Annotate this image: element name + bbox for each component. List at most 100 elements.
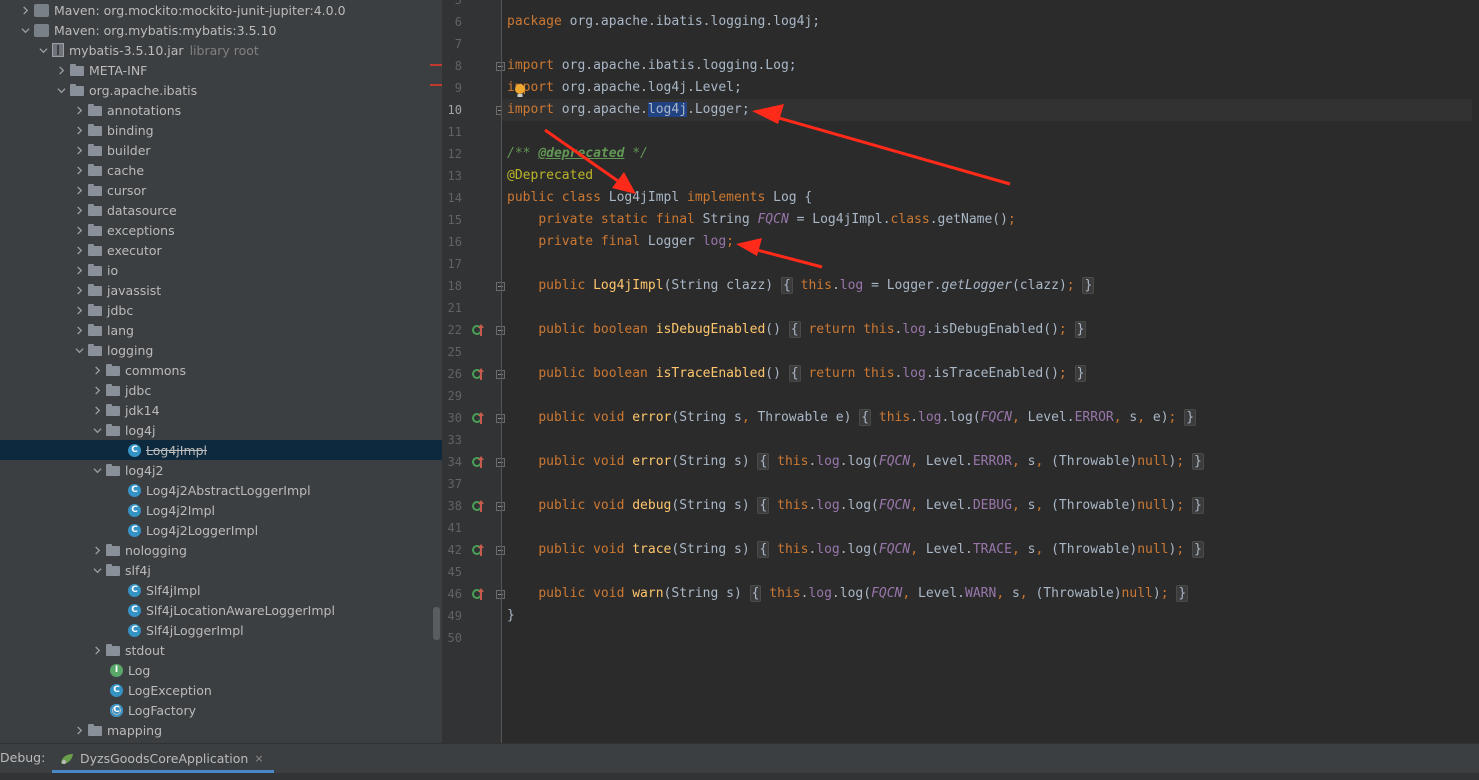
tree-item[interactable]: Maven: org.mybatis:mybatis:3.5.10 (0, 20, 442, 40)
editor-gutter[interactable]: 5 6 7 8 9 10 11 12 13 14 15 16 17 18 21 22 25 26 29 30 33 34 3… (442, 0, 505, 743)
chevron-right-icon[interactable] (72, 323, 86, 337)
code-line[interactable]: public void error(String s) { this.log.l… (507, 451, 1204, 473)
tree-item[interactable]: cache (0, 160, 442, 180)
code-line[interactable]: public void error(String s, Throwable e)… (507, 407, 1197, 429)
chevron-right-icon[interactable] (54, 63, 68, 77)
chevron-right-icon[interactable] (72, 103, 86, 117)
chevron-down-icon[interactable] (72, 343, 86, 357)
chevron-down-icon[interactable] (54, 83, 68, 97)
tree-item[interactable]: slf4j (0, 560, 442, 580)
tree-item-label: Maven: org.mockito:mockito-junit-jupiter… (54, 2, 346, 18)
tree-item[interactable]: I Log (0, 660, 442, 680)
chevron-right-icon[interactable] (72, 123, 86, 137)
code-line[interactable]: public boolean isDebugEnabled() { return… (507, 319, 1087, 341)
tree-item[interactable]: javassist (0, 280, 442, 300)
tree-item[interactable]: C Slf4jLoggerImpl (0, 620, 442, 640)
tree-item[interactable]: binding (0, 120, 442, 140)
tree-item[interactable]: nologging (0, 540, 442, 560)
tree-item[interactable]: datasource (0, 200, 442, 220)
chevron-right-icon[interactable] (90, 643, 104, 657)
code-editor[interactable]: 5 6 7 8 9 10 11 12 13 14 15 16 17 18 21 22 25 26 29 30 33 34 3… (442, 0, 1479, 743)
code-line[interactable]: import org.apache.ibatis.logging.Log; (507, 55, 797, 77)
tree-item[interactable]: jdbc (0, 300, 442, 320)
tree-item[interactable]: C Slf4jLocationAwareLoggerImpl (0, 600, 442, 620)
code-line[interactable]: public void debug(String s) { this.log.l… (507, 495, 1204, 517)
tree-item[interactable]: jdbc (0, 380, 442, 400)
chevron-down-icon[interactable] (90, 423, 104, 437)
tree-item[interactable]: lang (0, 320, 442, 340)
tree-item[interactable]: org.apache.ibatis (0, 80, 442, 100)
chevron-down-icon[interactable] (18, 23, 32, 37)
tree-item[interactable]: C LogFactory (0, 700, 442, 720)
tree-item[interactable]: cursor (0, 180, 442, 200)
chevron-right-icon[interactable] (72, 283, 86, 297)
tree-item[interactable]: Maven: org.mockito:mockito-junit-jupiter… (0, 0, 442, 20)
tree-item[interactable]: stdout (0, 640, 442, 660)
tree-item[interactable]: C LogException (0, 680, 442, 700)
tree-item[interactable]: C Slf4jImpl (0, 580, 442, 600)
chevron-down-icon[interactable] (36, 43, 50, 57)
code-line[interactable]: /** @deprecated */ (507, 143, 648, 165)
go-to-interface-icon[interactable] (478, 368, 484, 380)
chevron-right-icon[interactable] (72, 203, 86, 217)
code-line[interactable]: public void warn(String s) { this.log.lo… (507, 583, 1189, 605)
code-line[interactable]: import org.apache.log4j.Level; (507, 77, 742, 99)
tree-item[interactable]: log4j2 (0, 460, 442, 480)
tree-scrollbar-thumb[interactable] (433, 607, 440, 640)
go-to-interface-icon[interactable] (478, 544, 484, 556)
chevron-right-icon[interactable] (90, 543, 104, 557)
code-line[interactable]: private final Logger log; (507, 231, 734, 253)
tree-item[interactable]: logging (0, 340, 442, 360)
tree-item[interactable]: C Log4jImpl (0, 440, 442, 460)
go-to-interface-icon[interactable] (478, 456, 484, 468)
lightbulb-icon[interactable] (513, 83, 527, 99)
code-line[interactable]: @Deprecated (507, 165, 593, 187)
tree-item[interactable]: META-INF (0, 60, 442, 80)
project-tree[interactable]: Maven: org.mockito:mockito-junit-jupiter… (0, 0, 442, 743)
chevron-down-icon[interactable] (90, 563, 104, 577)
tree-item[interactable]: mapping (0, 720, 442, 740)
chevron-right-icon[interactable] (90, 363, 104, 377)
code-line[interactable]: private static final String FQCN = Log4j… (507, 209, 1015, 231)
go-to-interface-icon[interactable] (478, 412, 484, 424)
code-line[interactable]: public void trace(String s) { this.log.l… (507, 539, 1204, 561)
chevron-right-icon[interactable] (72, 183, 86, 197)
chevron-right-icon[interactable] (72, 223, 86, 237)
code-line[interactable]: public class Log4jImpl implements Log { (507, 187, 812, 209)
code-line[interactable]: public boolean isTraceEnabled() { return… (507, 363, 1087, 385)
editor-scrollbar[interactable] (1472, 0, 1479, 743)
chevron-right-icon[interactable] (72, 243, 86, 257)
chevron-right-icon[interactable] (72, 143, 86, 157)
code-line[interactable]: import org.apache.log4j.Logger; (507, 99, 750, 121)
go-to-interface-icon[interactable] (478, 324, 484, 336)
code-line[interactable]: } (507, 605, 515, 627)
chevron-right-icon[interactable] (90, 383, 104, 397)
tree-item[interactable]: commons (0, 360, 442, 380)
chevron-down-icon[interactable] (90, 463, 104, 477)
go-to-interface-icon[interactable] (478, 588, 484, 600)
chevron-right-icon[interactable] (18, 3, 32, 17)
tree-item[interactable]: C Log4j2AbstractLoggerImpl (0, 480, 442, 500)
chevron-right-icon[interactable] (72, 263, 86, 277)
tree-item[interactable]: annotations (0, 100, 442, 120)
chevron-right-icon[interactable] (72, 163, 86, 177)
chevron-right-icon[interactable] (72, 303, 86, 317)
tree-item[interactable]: C Log4j2Impl (0, 500, 442, 520)
tree-item[interactable]: builder (0, 140, 442, 160)
tree-item[interactable]: io (0, 260, 442, 280)
tree-item[interactable]: mybatis-3.5.10.jar library root (0, 40, 442, 60)
tree-item[interactable]: C Log4j2LoggerImpl (0, 520, 442, 540)
chevron-right-icon[interactable] (72, 723, 86, 737)
chevron-right-icon[interactable] (90, 403, 104, 417)
debug-tab[interactable]: DyzsGoodsCoreApplication × (52, 744, 274, 773)
go-to-interface-icon[interactable] (478, 500, 484, 512)
tree-item[interactable]: exceptions (0, 220, 442, 240)
code-line[interactable]: public Log4jImpl(String clazz) { this.lo… (507, 275, 1095, 297)
close-icon[interactable]: × (254, 752, 263, 765)
tree-item[interactable]: jdk14 (0, 400, 442, 420)
tree-item[interactable]: executor (0, 240, 442, 260)
code-line[interactable]: package org.apache.ibatis.logging.log4j; (507, 11, 820, 33)
tree-item[interactable]: log4j (0, 420, 442, 440)
